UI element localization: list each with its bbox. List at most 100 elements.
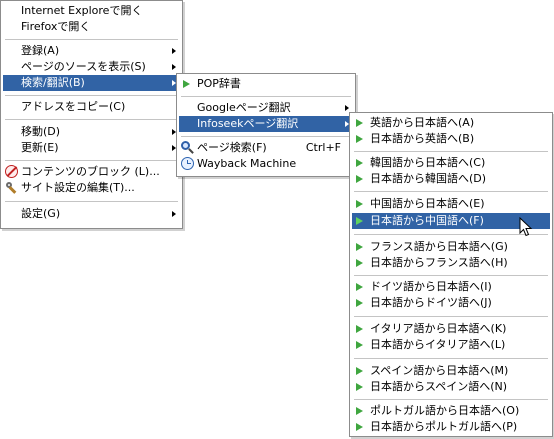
menu-item-label: 日本語から中国語へ(F) <box>370 214 484 227</box>
play-icon <box>356 259 363 267</box>
menu-separator <box>5 160 178 161</box>
menu-item-en-to-ja[interactable]: 英語から日本語へ(A) <box>352 115 550 131</box>
play-icon <box>356 217 363 225</box>
menu-separator <box>5 201 178 202</box>
menu-item-label: POP辞書 <box>197 77 241 90</box>
block-icon <box>5 165 18 178</box>
menu-item-pt-to-ja[interactable]: ポルトガル語から日本語へ(O) <box>352 403 550 419</box>
menu-item-ja-to-de[interactable]: 日本語からドイツ語へ(J) <box>352 295 550 311</box>
menu-separator <box>354 316 548 317</box>
play-icon <box>356 383 363 391</box>
menu-item-label: ページ検索(F) <box>197 141 267 154</box>
play-icon <box>356 159 363 167</box>
menu-item-label: Infoseekページ翻訳 <box>197 117 299 130</box>
wrench-icon <box>5 181 18 194</box>
menu-item-label: 更新(E) <box>21 141 59 154</box>
menu-item-label: 中国語から日本語へ(E) <box>370 197 485 210</box>
menu-item-ko-to-ja[interactable]: 韓国語から日本語へ(C) <box>352 155 550 171</box>
menu-separator <box>181 136 351 137</box>
menu-item-label: 韓国語から日本語へ(C) <box>370 156 486 169</box>
menu-separator <box>5 95 178 96</box>
menu-item-label: アドレスをコピー(C) <box>21 100 126 113</box>
menu-item-label: Googleページ翻訳 <box>197 101 291 114</box>
menu-item-fr-to-ja[interactable]: フランス語から日本語へ(G) <box>352 239 550 255</box>
menu-separator <box>354 151 548 152</box>
menu-item-label: ページのソースを表示(S) <box>21 60 146 73</box>
menu-item-settings[interactable]: 設定(G) <box>3 206 180 222</box>
menu-item-zh-to-ja[interactable]: 中国語から日本語へ(E) <box>352 196 550 212</box>
menu-separator <box>5 119 178 120</box>
menu-item-ja-to-pt[interactable]: 日本語からポルトガル語へ(P) <box>352 419 550 435</box>
menu-item-label: 設定(G) <box>21 207 61 220</box>
play-icon <box>356 407 363 415</box>
play-icon <box>356 367 363 375</box>
play-icon <box>356 200 363 208</box>
menu-item-pop-dictionary[interactable]: POP辞書 <box>179 76 353 92</box>
menu-item-label: Wayback Machine <box>197 157 297 170</box>
menu-item-label: 検索/翻訳(B) <box>21 76 85 89</box>
menu-separator <box>354 275 548 276</box>
play-icon <box>183 80 190 88</box>
menu-item-edit-site-settings[interactable]: サイト設定の編集(T)... <box>3 180 180 196</box>
play-icon <box>356 299 363 307</box>
menu-item-label: 日本語からポルトガル語へ(P) <box>370 420 518 433</box>
menu-item-infoseek-translate[interactable]: Infoseekページ翻訳 <box>179 116 353 132</box>
menu-item-label: サイト設定の編集(T)... <box>21 181 135 194</box>
play-icon <box>356 175 363 183</box>
clock-icon <box>181 157 194 170</box>
play-icon <box>356 243 363 251</box>
menu-item-ja-to-es[interactable]: 日本語からスペイン語へ(N) <box>352 379 550 395</box>
play-icon <box>356 325 363 333</box>
menu-item-block-content[interactable]: コンテンツのブロック (L)... <box>3 164 180 180</box>
submenu-arrow-icon <box>172 48 176 54</box>
menu-item-label: コンテンツのブロック (L)... <box>21 165 160 178</box>
menu-item-shortcut: Ctrl+F <box>305 141 341 154</box>
context-menu: Internet Exploreで開く Firefoxで開く 登録(A) ページ… <box>0 0 183 229</box>
play-icon <box>356 119 363 127</box>
menu-item-page-search[interactable]: ページ検索(F) Ctrl+F <box>179 140 353 156</box>
submenu-arrow-icon <box>172 211 176 217</box>
menu-item-open-firefox[interactable]: Firefoxで開く <box>3 19 180 35</box>
menu-item-label: 日本語からドイツ語へ(J) <box>370 296 492 309</box>
menu-item-it-to-ja[interactable]: イタリア語から日本語へ(K) <box>352 321 550 337</box>
menu-item-search-translate[interactable]: 検索/翻訳(B) <box>3 75 180 91</box>
menu-item-register[interactable]: 登録(A) <box>3 43 180 59</box>
play-icon <box>356 423 363 431</box>
play-icon <box>356 135 363 143</box>
menu-item-label: 移動(D) <box>21 125 61 138</box>
menu-item-es-to-ja[interactable]: スペイン語から日本語へ(M) <box>352 363 550 379</box>
menu-item-de-to-ja[interactable]: ドイツ語から日本語へ(I) <box>352 279 550 295</box>
menu-item-label: 日本語からスペイン語へ(N) <box>370 380 508 393</box>
play-icon <box>356 283 363 291</box>
menu-separator <box>181 96 351 97</box>
menu-item-label: Internet Exploreで開く <box>21 4 143 17</box>
menu-separator <box>354 191 548 192</box>
menu-separator <box>354 399 548 400</box>
menu-item-label: 日本語から韓国語へ(D) <box>370 172 487 185</box>
menu-item-wayback-machine[interactable]: Wayback Machine <box>179 156 353 172</box>
menu-item-ja-to-ko[interactable]: 日本語から韓国語へ(D) <box>352 171 550 187</box>
menu-item-google-translate[interactable]: Googleページ翻訳 <box>179 100 353 116</box>
infoseek-language-submenu: 英語から日本語へ(A) 日本語から英語へ(B) 韓国語から日本語へ(C) 日本語… <box>349 112 553 437</box>
menu-item-open-ie[interactable]: Internet Exploreで開く <box>3 3 180 19</box>
menu-item-label: イタリア語から日本語へ(K) <box>370 322 507 335</box>
menu-item-copy-address[interactable]: アドレスをコピー(C) <box>3 99 180 115</box>
menu-item-ja-to-en[interactable]: 日本語から英語へ(B) <box>352 131 550 147</box>
menu-item-label: フランス語から日本語へ(G) <box>370 240 508 253</box>
menu-item-label: スペイン語から日本語へ(M) <box>370 364 509 377</box>
menu-item-label: 英語から日本語へ(A) <box>370 116 475 129</box>
play-icon <box>356 341 363 349</box>
menu-item-label: ポルトガル語から日本語へ(O) <box>370 404 520 417</box>
submenu-arrow-icon <box>172 64 176 70</box>
menu-item-refresh[interactable]: 更新(E) <box>3 140 180 156</box>
menu-item-move[interactable]: 移動(D) <box>3 124 180 140</box>
menu-separator <box>354 358 548 359</box>
menu-item-label: 日本語からフランス語へ(H) <box>370 256 508 269</box>
menu-item-label: 日本語からイタリア語へ(L) <box>370 338 506 351</box>
menu-item-view-source[interactable]: ページのソースを表示(S) <box>3 59 180 75</box>
menu-item-label: ドイツ語から日本語へ(I) <box>370 280 492 293</box>
submenu-arrow-icon <box>345 105 349 111</box>
menu-item-ja-to-fr[interactable]: 日本語からフランス語へ(H) <box>352 255 550 271</box>
menu-item-label: 登録(A) <box>21 44 60 57</box>
menu-item-ja-to-it[interactable]: 日本語からイタリア語へ(L) <box>352 337 550 353</box>
